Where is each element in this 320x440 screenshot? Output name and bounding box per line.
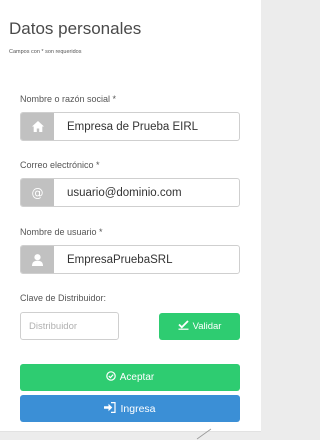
aceptar-label: Aceptar: [119, 372, 155, 383]
ingresa-label: Ingresa: [120, 402, 156, 415]
username-label: Nombre de usuario *: [20, 227, 103, 237]
distribuidor-input[interactable]: [20, 312, 119, 340]
check-icon: [177, 320, 189, 333]
username-value[interactable]: EmpresaPruebaSRL: [54, 246, 172, 273]
validar-label: Validar: [192, 321, 222, 332]
razon-social-value[interactable]: Empresa de Prueba EIRL: [54, 113, 198, 140]
aceptar-button[interactable]: Aceptar: [20, 364, 240, 391]
razon-social-field[interactable]: Empresa de Prueba EIRL: [20, 112, 240, 141]
required-fields-note: Campos con * son requeridos: [9, 49, 82, 55]
user-icon: [21, 246, 54, 273]
check-circle-icon: [105, 371, 116, 384]
page-title: Datos personales: [9, 19, 142, 38]
ingresa-button[interactable]: Ingresa: [20, 395, 240, 422]
username-field[interactable]: EmpresaPruebaSRL: [20, 245, 240, 274]
distribuidor-label: Clave de Distribuidor:: [20, 293, 107, 303]
email-value[interactable]: usuario@dominio.com: [54, 179, 182, 206]
razon-social-label: Nombre o razón social *: [20, 94, 117, 104]
at-icon: @: [21, 179, 54, 206]
home-icon: [21, 113, 54, 140]
email-label: Correo electrónico *: [20, 160, 100, 170]
decorative-stroke: [196, 428, 212, 440]
sign-in-icon: [104, 401, 117, 416]
email-field[interactable]: @ usuario@dominio.com: [20, 178, 240, 207]
registration-card: Datos personales Campos con * son requer…: [0, 0, 261, 432]
validar-button[interactable]: Validar: [159, 313, 240, 340]
